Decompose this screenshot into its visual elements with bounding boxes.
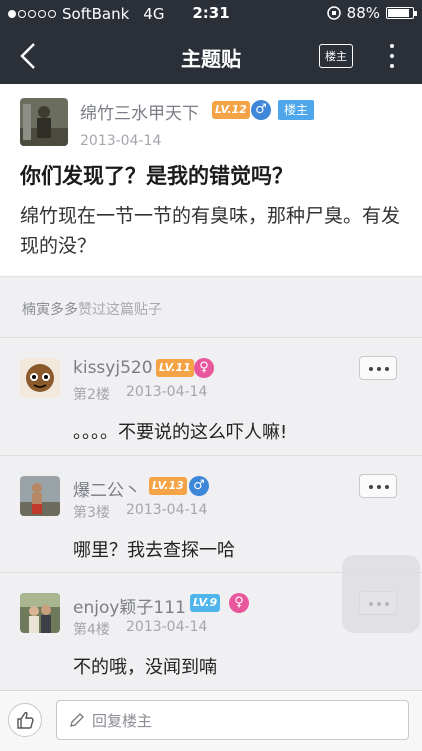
floor-number: 第4楼: [73, 622, 110, 638]
level-badge: LV.11: [156, 359, 194, 377]
reply-author[interactable]: kissyj520: [73, 358, 153, 378]
reply-date: 2013-04-14: [126, 502, 208, 518]
level-badge: LV.13: [149, 477, 187, 495]
author-name[interactable]: 绵竹三水甲天下: [80, 99, 199, 124]
post-date: 2013-04-14: [80, 133, 162, 149]
avatar[interactable]: [20, 358, 60, 398]
page-title: 主题贴: [181, 47, 241, 71]
post-body: 绵竹现在一节一节的有臭味，那种尸臭。有发现的没？: [20, 205, 401, 257]
reply-content: 不的哦，没闻到喃: [73, 657, 217, 678]
reply-author[interactable]: enjoy颖子111: [73, 593, 186, 618]
reply-placeholder: 回复楼主: [92, 712, 153, 730]
status-bar: SoftBank 4G 2:31 88%: [0, 0, 422, 28]
reply-author[interactable]: 爆二公丶: [73, 476, 141, 501]
battery-info: 88%: [326, 4, 417, 22]
level-badge: LV.12: [212, 101, 250, 119]
orientation-lock-icon: [326, 6, 341, 20]
like-button[interactable]: [8, 703, 42, 737]
avatar[interactable]: [20, 593, 60, 633]
floating-touch-button[interactable]: [342, 555, 420, 633]
navigation-bar: 主题贴 楼主: [0, 28, 422, 84]
post-title: 你们发现了？是我的错觉吗？: [20, 164, 293, 188]
reply-content: 哪里？我去查探一哈: [73, 540, 235, 561]
like-user-link[interactable]: 楠寅多多: [22, 302, 78, 318]
floor-number: 第3楼: [73, 505, 110, 521]
bottom-reply-bar: 回复楼主: [0, 690, 422, 751]
reply-date: 2013-04-14: [126, 619, 208, 635]
level-badge: LV.9: [190, 594, 221, 612]
thumbs-up-icon: [17, 711, 34, 729]
avatar[interactable]: [20, 476, 60, 516]
female-icon: ♀: [229, 593, 249, 613]
owner-tag: 楼主: [278, 100, 315, 120]
battery-percent: 88%: [346, 4, 380, 22]
like-text: 赞过这篇贴子: [78, 302, 162, 318]
male-icon: ♂: [189, 476, 209, 496]
only-owner-button[interactable]: 楼主: [319, 44, 353, 68]
pen-icon: [70, 713, 84, 727]
likes-summary: 楠寅多多赞过这篇贴子: [0, 288, 422, 328]
reply-content: 。。。。不要说的这么吓人嘛!: [73, 422, 288, 443]
more-options-icon[interactable]: [382, 38, 402, 74]
reply-options-button[interactable]: [359, 474, 397, 498]
reply-input[interactable]: 回复楼主: [56, 700, 409, 740]
avatar[interactable]: [20, 98, 68, 146]
female-icon: ♀: [194, 358, 214, 378]
reply-options-button[interactable]: [359, 356, 397, 380]
reply-date: 2013-04-14: [126, 384, 208, 400]
floor-number: 第2楼: [73, 387, 110, 403]
battery-icon: [386, 7, 417, 19]
male-icon: ♂: [251, 100, 271, 120]
main-post: 绵竹三水甲天下 LV.12 ♂ 楼主 2013-04-14 你们发现了？是我的错…: [0, 84, 422, 277]
reply-item: kissyj520 LV.11 ♀ 第2楼 2013-04-14 。。。。不要说…: [0, 338, 422, 456]
